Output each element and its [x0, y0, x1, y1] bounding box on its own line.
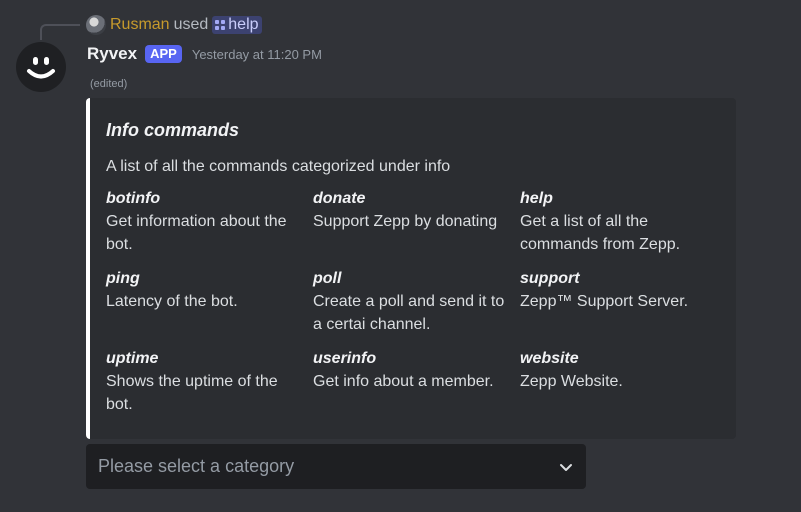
embed-field: uptime Shows the uptime of the bot.	[106, 348, 306, 416]
slash-command-icon	[215, 20, 226, 30]
field-name: poll	[313, 270, 342, 287]
field-value: Latency of the bot.	[106, 293, 238, 310]
field-name: donate	[313, 190, 366, 207]
command-mention[interactable]: help	[212, 16, 262, 34]
field-value: Get info about a member.	[313, 373, 494, 390]
embed-description: A list of all the commands categorized u…	[106, 158, 451, 175]
embed-field: help Get a list of all the commands from…	[520, 188, 720, 256]
reply-used-label: used	[173, 16, 209, 33]
field-value: Support Zepp by donating	[313, 213, 498, 230]
field-name: ping	[106, 270, 140, 287]
reply-user-avatar[interactable]	[86, 15, 106, 35]
field-value: Get a list of all the commands from Zepp…	[520, 213, 681, 253]
field-value: Get information about the bot.	[106, 213, 287, 253]
embed-field: donate Support Zepp by donating	[313, 188, 513, 233]
bot-name[interactable]: Ryvex	[87, 44, 137, 64]
command-name: help	[228, 16, 259, 33]
field-name: website	[520, 350, 579, 367]
category-select[interactable]: Please select a category	[86, 444, 586, 489]
smiley-face-icon	[27, 57, 55, 79]
message-timestamp: Yesterday at 11:20 PM	[191, 46, 322, 62]
field-name: support	[520, 270, 580, 287]
field-value: Shows the uptime of the bot.	[106, 373, 278, 413]
embed-field: userinfo Get info about a member.	[313, 348, 513, 393]
embed-field: website Zepp Website.	[520, 348, 720, 393]
field-value: Create a poll and send it to a certai ch…	[313, 293, 505, 333]
field-name: help	[520, 190, 553, 207]
embed-card: Info commands A list of all the commands…	[86, 98, 736, 439]
message-header: Ryvex APP Yesterday at 11:20 PM	[87, 44, 322, 64]
bot-avatar[interactable]	[16, 42, 66, 92]
app-badge: APP	[145, 45, 182, 63]
field-name: botinfo	[106, 190, 161, 207]
edited-label: (edited)	[90, 78, 128, 90]
embed-field: support Zepp™ Support Server.	[520, 268, 720, 313]
field-value: Zepp Website.	[520, 373, 623, 390]
field-name: uptime	[106, 350, 159, 367]
select-placeholder: Please select a category	[98, 456, 295, 476]
reply-username[interactable]: Rusman	[110, 16, 170, 34]
embed-title: Info commands	[106, 120, 240, 140]
field-value: Zepp™ Support Server.	[520, 293, 689, 310]
embed-field: botinfo Get information about the bot.	[106, 188, 306, 256]
reply-spine	[40, 24, 80, 40]
embed-field: ping Latency of the bot.	[106, 268, 306, 313]
field-name: userinfo	[313, 350, 377, 367]
chevron-down-icon	[560, 463, 572, 471]
reply-context[interactable]: Rusman used help	[86, 13, 262, 37]
embed-field: poll Create a poll and send it to a cert…	[313, 268, 513, 336]
